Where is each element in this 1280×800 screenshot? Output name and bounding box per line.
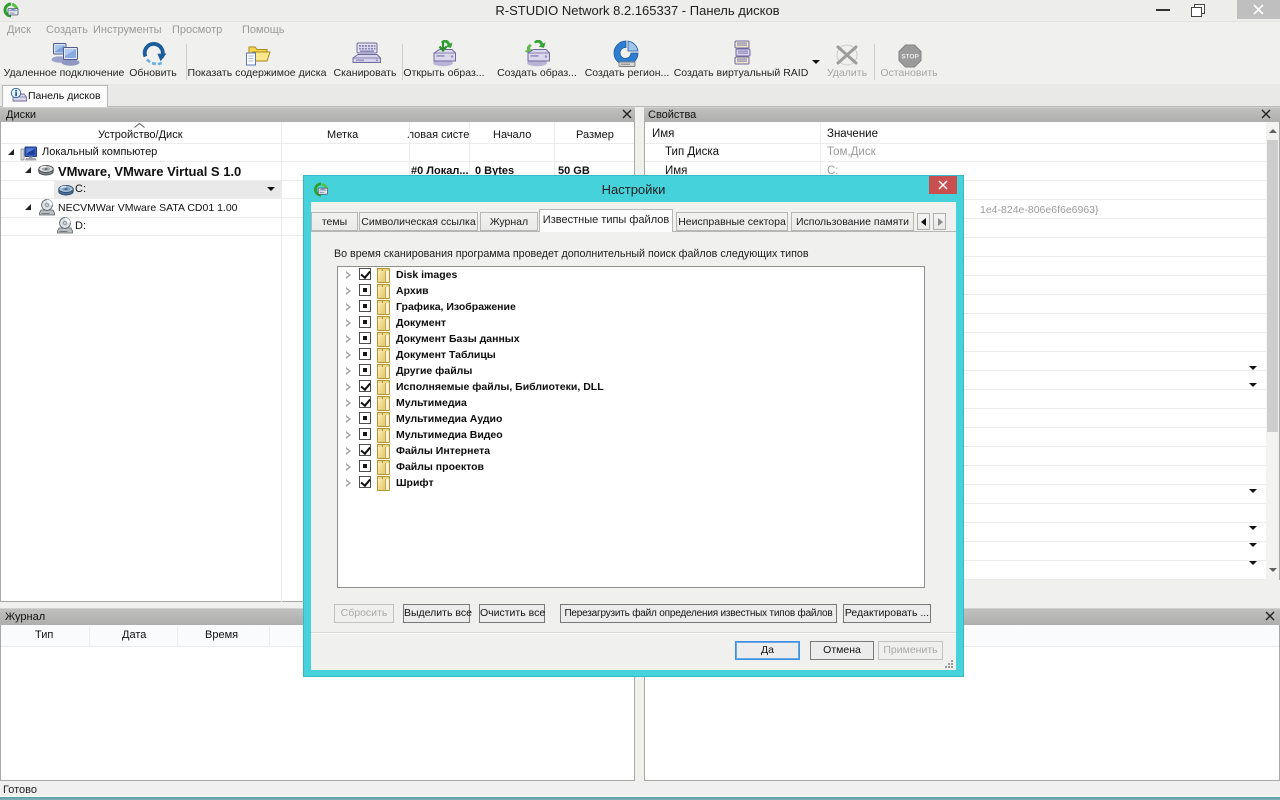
svg-text:STOP: STOP xyxy=(901,54,919,61)
